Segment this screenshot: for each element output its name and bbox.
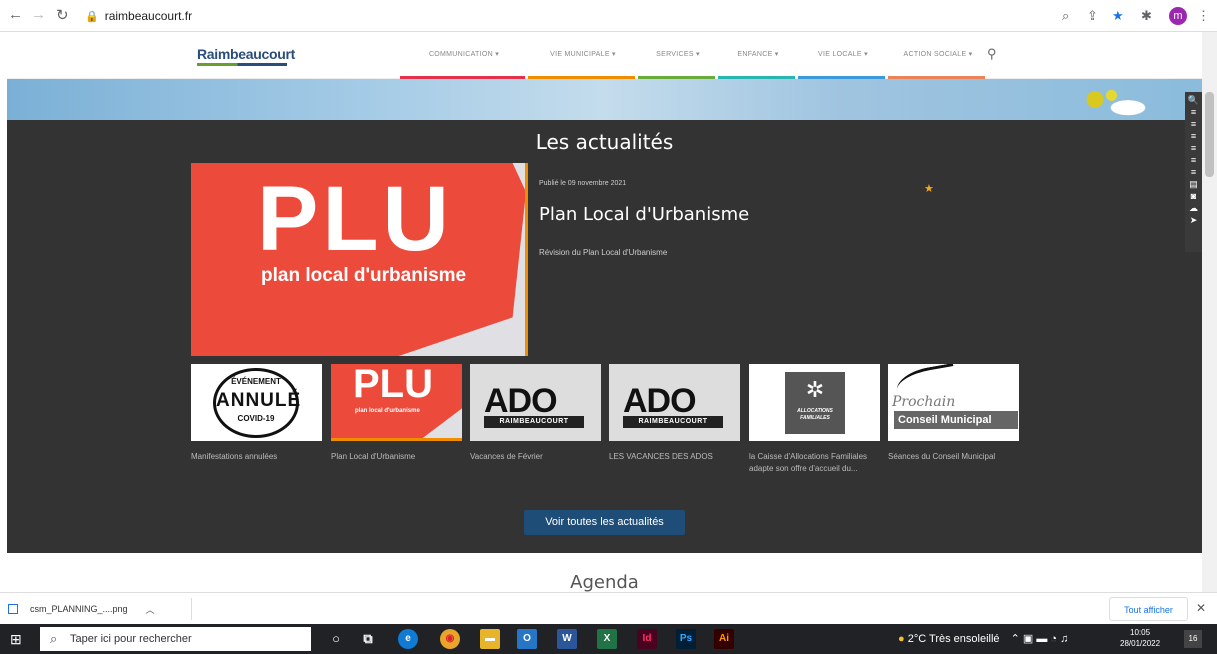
cortana-icon[interactable]: ○ [326, 629, 346, 649]
main-menu: COMMUNICATION ▾ VIE MUNICIPALE ▾ SERVICE… [400, 32, 988, 79]
bookmark-star-icon[interactable]: ★ [1112, 8, 1124, 24]
close-icon[interactable]: ✕ [1196, 601, 1206, 615]
windows-taskbar: ⊞ ⌕ Taper ici pour rechercher ○ ⧉ e ◉ ▬ … [0, 624, 1217, 654]
news-item-caption: Plan Local d'Urbanisme [331, 452, 416, 461]
news-item-caption: Manifestations annulées [191, 452, 278, 461]
indesign-icon[interactable]: Id [637, 629, 657, 649]
menu-vie-municipale[interactable]: VIE MUNICIPALE ▾ [528, 32, 638, 79]
header-banner [7, 79, 1202, 120]
chrome-icon[interactable]: ◉ [440, 629, 460, 649]
news-item-vacances-ados[interactable]: ADO RAIMBEAUCOURT LES VACANCES DES ADOS [609, 364, 740, 463]
menu-vie-locale[interactable]: VIE LOCALE ▾ [798, 32, 888, 79]
excel-icon[interactable]: X [597, 629, 617, 649]
browser-toolbar: ← → ↻ 🔒 raimbeaucourt.fr ⌕ ⇪ ★ ✱ m ⋮ [0, 0, 1217, 32]
banner-flower-image [1062, 79, 1172, 120]
back-icon[interactable]: ← [8, 6, 23, 23]
news-item-caption: LES VACANCES DES ADOS [609, 452, 713, 461]
file-explorer-icon[interactable]: ▬ [480, 629, 500, 649]
address-bar[interactable]: 🔒 raimbeaucourt.fr [85, 5, 1165, 27]
clock[interactable]: 10:05 28/01/2022 [1120, 627, 1160, 649]
page-scrollbar[interactable] [1202, 32, 1217, 592]
news-item-conseil-municipal[interactable]: Prochain Conseil Municipal Séances du Co… [888, 364, 1019, 463]
news-item-manifestations[interactable]: ÉVÉNEMENT ANNULÉ COVID-19 Manifestations… [191, 364, 322, 463]
download-bar: csm_PLANNING_....png ︿ Tout afficher ✕ [0, 592, 1217, 624]
photoshop-icon[interactable]: Ps [676, 629, 696, 649]
list-icon[interactable]: ≡ [1185, 118, 1202, 130]
news-item-caf[interactable]: ✲ ALLOCATIONS FAMILIALES la Caisse d'All… [749, 364, 880, 475]
weather-text[interactable]: 2°C Très ensoleillé [908, 633, 1000, 645]
task-view-icon[interactable]: ⧉ [358, 629, 378, 649]
menu-action-sociale[interactable]: ACTION SOCIALE ▾ [888, 32, 988, 79]
download-item[interactable]: csm_PLANNING_....png ︿ [8, 598, 192, 620]
news-item-caption: la Caisse d'Allocations Familiales adapt… [749, 452, 868, 473]
taskbar-search[interactable]: ⌕ Taper ici pour rechercher [40, 627, 311, 651]
edge-icon[interactable]: e [398, 629, 418, 649]
menu-communication[interactable]: COMMUNICATION ▾ [400, 32, 528, 79]
system-tray: ● 2°C Très ensoleillé ⌃ ▣ ▬ ◔ ♫ [898, 624, 1068, 654]
news-item-vacances-fevrier[interactable]: ADO RAIMBEAUCOURT Vacances de Février [470, 364, 601, 463]
featured-description: Révision du Plan Local d'Urbanisme [539, 248, 668, 257]
outlook-icon[interactable]: O [517, 629, 537, 649]
news-section: Les actualités PLU plan local d'urbanism… [7, 120, 1202, 553]
cloud-icon[interactable]: ☁ [1185, 202, 1202, 214]
menu-kebab-icon[interactable]: ⋮ [1197, 8, 1210, 24]
section-title: Les actualités [535, 130, 674, 154]
forward-icon[interactable]: → [31, 6, 46, 23]
site-header: Raimbeaucourt COMMUNICATION ▾ VIE MUNICI… [7, 32, 1202, 79]
all-news-button[interactable]: Voir toutes les actualités [524, 510, 685, 535]
featured-image[interactable]: PLU plan local d'urbanisme [191, 163, 528, 356]
extensions-icon[interactable]: ✱ [1141, 8, 1152, 24]
weather-icon: ● [898, 633, 905, 645]
list-icon[interactable]: ≡ [1185, 142, 1202, 154]
chevron-up-icon[interactable]: ︿ [146, 603, 155, 616]
file-icon [8, 604, 18, 614]
list-icon[interactable]: ≡ [1185, 106, 1202, 118]
lock-icon: 🔒 [85, 10, 99, 23]
taskbar-search-placeholder: Taper ici pour rechercher [70, 633, 192, 645]
featured-title[interactable]: Plan Local d'Urbanisme [539, 204, 749, 225]
list-icon[interactable]: ≡ [1185, 166, 1202, 178]
search-icon[interactable]: 🔍 [1185, 94, 1202, 106]
menu-services[interactable]: SERVICES ▾ [638, 32, 718, 79]
windows-start-icon[interactable]: ⊞ [10, 631, 22, 648]
profile-avatar[interactable]: m [1169, 7, 1187, 25]
list-icon[interactable]: ≡ [1185, 154, 1202, 166]
zoom-icon[interactable]: ⌕ [1062, 8, 1069, 24]
show-all-downloads-button[interactable]: Tout afficher [1109, 597, 1188, 621]
news-item-caption: Vacances de Février [470, 452, 543, 461]
list-icon[interactable]: ≡ [1185, 130, 1202, 142]
scrollbar-thumb[interactable] [1205, 92, 1214, 177]
send-icon[interactable]: ➤ [1185, 214, 1202, 226]
reload-icon[interactable]: ↻ [56, 6, 69, 24]
menu-enfance[interactable]: ENFANCE ▾ [718, 32, 798, 79]
camera-icon[interactable]: ◙ [1185, 190, 1202, 202]
illustrator-icon[interactable]: Ai [714, 629, 734, 649]
search-icon: ⌕ [50, 631, 58, 646]
notifications-icon[interactable]: 16 [1184, 630, 1202, 648]
web-page: Raimbeaucourt COMMUNICATION ▾ VIE MUNICI… [7, 32, 1202, 592]
url-text: raimbeaucourt.fr [104, 9, 193, 23]
news-item-plu[interactable]: PLU plan local d'urbanisme Plan Local d'… [331, 364, 462, 463]
share-icon[interactable]: ⇪ [1087, 8, 1098, 24]
tray-icons[interactable]: ⌃ ▣ ▬ ◔ ♫ [1011, 633, 1069, 645]
word-icon[interactable]: W [557, 629, 577, 649]
accessibility-sidebar: 🔍 ≡ ≡ ≡ ≡ ≡ ≡ ▤ ◙ ☁ ➤ [1185, 92, 1202, 252]
agenda-title: Agenda [570, 572, 639, 592]
featured-date: Publié le 09 novembre 2021 [539, 180, 627, 187]
site-logo[interactable]: Raimbeaucourt [197, 46, 295, 72]
download-filename: csm_PLANNING_....png [30, 604, 128, 614]
news-item-caption: Séances du Conseil Municipal [888, 452, 996, 461]
star-icon: ★ [924, 183, 934, 195]
document-icon[interactable]: ▤ [1185, 178, 1202, 190]
site-search-icon[interactable]: ⚲ [987, 46, 997, 62]
